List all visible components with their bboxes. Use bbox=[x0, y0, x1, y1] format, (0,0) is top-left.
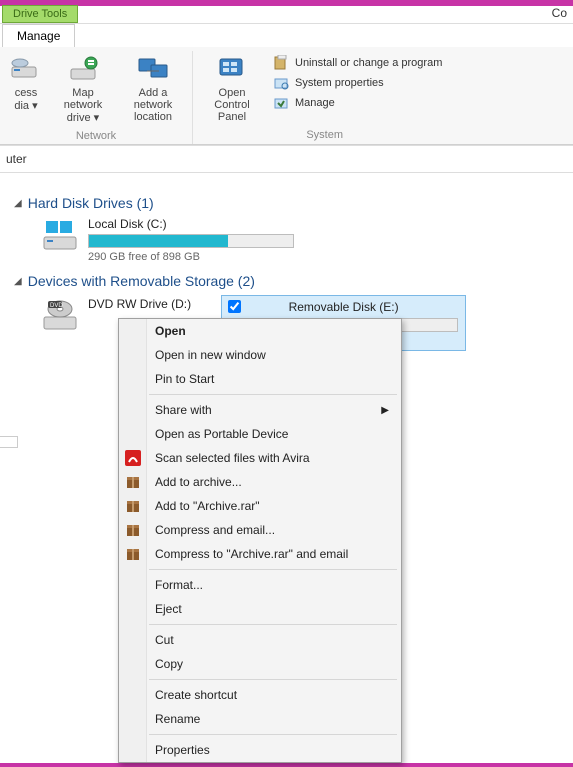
group-label-system: System bbox=[306, 125, 343, 143]
open-control-panel-button[interactable]: Open Control Panel bbox=[199, 51, 265, 125]
svg-text:DVD: DVD bbox=[50, 303, 63, 309]
drive-local-c[interactable]: Local Disk (C:) 290 GB free of 898 GB bbox=[40, 217, 563, 263]
capacity-text: 290 GB free of 898 GB bbox=[88, 251, 294, 263]
ribbon: cess dia ▾ Map network drive ▾ Add a net… bbox=[0, 47, 573, 145]
capacity-bar bbox=[88, 234, 294, 248]
menu-add-to-archive[interactable]: Add to archive... bbox=[119, 470, 401, 494]
drive-name: Removable Disk (E:) bbox=[226, 300, 461, 314]
control-panel-icon bbox=[216, 53, 248, 85]
drive-checkbox[interactable] bbox=[228, 300, 241, 313]
archive-icon bbox=[124, 521, 142, 539]
collapse-icon: ◢ bbox=[14, 276, 22, 287]
avira-icon bbox=[124, 449, 142, 467]
menu-properties[interactable]: Properties bbox=[119, 738, 401, 762]
access-media-button[interactable]: cess dia ▾ bbox=[6, 51, 46, 126]
menu-copy[interactable]: Copy bbox=[119, 652, 401, 676]
drive-name: DVD RW Drive (D:) bbox=[88, 297, 191, 311]
tab-manage[interactable]: Manage bbox=[2, 24, 75, 47]
archive-icon bbox=[124, 545, 142, 563]
menu-rename[interactable]: Rename bbox=[119, 707, 401, 731]
group-label-network: Network bbox=[76, 126, 116, 144]
menu-pin-to-start[interactable]: Pin to Start bbox=[119, 367, 401, 391]
menu-open[interactable]: Open bbox=[119, 319, 401, 343]
uninstall-program-button[interactable]: Uninstall or change a program bbox=[273, 55, 442, 71]
menu-cut[interactable]: Cut bbox=[119, 628, 401, 652]
context-menu: Open Open in new window Pin to Start Sha… bbox=[118, 318, 402, 763]
ribbon-tab-row: Drive Tools bbox=[0, 6, 573, 24]
manage-icon bbox=[273, 95, 289, 111]
nav-pane-fragment bbox=[0, 436, 18, 448]
menu-share-with[interactable]: Share with▶ bbox=[119, 398, 401, 422]
properties-icon bbox=[273, 75, 289, 91]
menu-compress-email[interactable]: Compress and email... bbox=[119, 518, 401, 542]
group-header-hdd[interactable]: ◢ Hard Disk Drives (1) bbox=[14, 195, 563, 211]
menu-add-to-rar[interactable]: Add to "Archive.rar" bbox=[119, 494, 401, 518]
ribbon-group-network: cess dia ▾ Map network drive ▾ Add a net… bbox=[0, 51, 193, 144]
tab-drive-tools[interactable]: Drive Tools bbox=[2, 5, 78, 23]
collapse-icon: ◢ bbox=[14, 198, 22, 209]
menu-format[interactable]: Format... bbox=[119, 573, 401, 597]
add-network-location-button[interactable]: Add a network location bbox=[120, 51, 186, 126]
dvd-drive-icon: DVD bbox=[40, 297, 80, 333]
network-drive-icon bbox=[67, 53, 99, 85]
menu-scan-avira[interactable]: Scan selected files with Avira bbox=[119, 446, 401, 470]
archive-icon bbox=[124, 473, 142, 491]
system-properties-button[interactable]: System properties bbox=[273, 75, 442, 91]
window-title-fragment: Co bbox=[552, 6, 567, 20]
uninstall-icon bbox=[273, 55, 289, 71]
manage-button[interactable]: Manage bbox=[273, 95, 442, 111]
drive-name: Local Disk (C:) bbox=[88, 217, 294, 231]
network-location-icon bbox=[137, 53, 169, 85]
hard-drive-icon bbox=[40, 217, 80, 253]
map-network-drive-button[interactable]: Map network drive ▾ bbox=[50, 51, 116, 126]
breadcrumb[interactable]: uter bbox=[0, 145, 573, 173]
menu-eject[interactable]: Eject bbox=[119, 597, 401, 621]
group-header-removable[interactable]: ◢ Devices with Removable Storage (2) bbox=[14, 273, 563, 289]
menu-open-portable[interactable]: Open as Portable Device bbox=[119, 422, 401, 446]
menu-create-shortcut[interactable]: Create shortcut bbox=[119, 683, 401, 707]
submenu-arrow-icon: ▶ bbox=[381, 405, 389, 416]
ribbon-group-system: Open Control Panel Uninstall or change a… bbox=[193, 51, 456, 144]
archive-icon bbox=[124, 497, 142, 515]
menu-compress-rar-email[interactable]: Compress to "Archive.rar" and email bbox=[119, 542, 401, 566]
drive-icon bbox=[10, 53, 42, 85]
menu-open-new-window[interactable]: Open in new window bbox=[119, 343, 401, 367]
